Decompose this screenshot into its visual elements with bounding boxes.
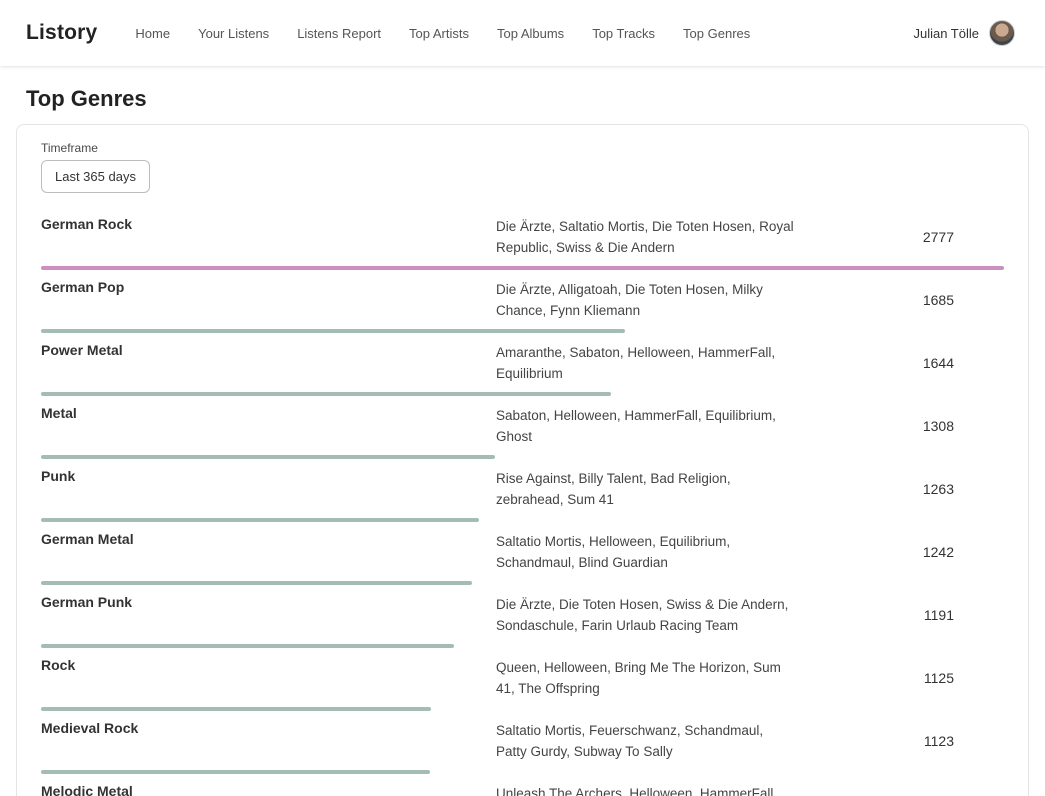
genre-artists: Saltatio Mortis, Helloween, Equilibrium,… [496,531,796,573]
genre-row: German Pop Die Ärzte, Alligatoah, Die To… [41,270,1004,333]
nav-links: Home Your Listens Listens Report Top Art… [135,26,750,41]
nav-link-top-genres[interactable]: Top Genres [683,26,750,41]
page-title: Top Genres [26,86,1045,112]
genre-name: German Punk [41,594,496,610]
genre-count: 1123 [796,733,1004,749]
user-menu[interactable]: Julian Tölle [913,20,1015,46]
genre-name: Medieval Rock [41,720,496,736]
nav-link-top-artists[interactable]: Top Artists [409,26,469,41]
genre-name: German Metal [41,531,496,547]
genre-row: Rock Queen, Helloween, Bring Me The Hori… [41,648,1004,711]
genre-count: 1685 [796,292,1004,308]
genre-count: 1644 [796,355,1004,371]
genre-name: German Pop [41,279,496,295]
nav-link-listens-report[interactable]: Listens Report [297,26,381,41]
genre-name: German Rock [41,216,496,232]
genre-row: Metal Sabaton, Helloween, HammerFall, Eq… [41,396,1004,459]
genre-name: Melodic Metal [41,783,496,796]
top-genres-card: Timeframe Last 365 days German Rock Die … [16,124,1029,796]
genre-row: German Rock Die Ärzte, Saltatio Mortis, … [41,207,1004,270]
navbar: Listory Home Your Listens Listens Report… [0,0,1045,66]
genre-row: German Metal Saltatio Mortis, Helloween,… [41,522,1004,585]
genre-row: Punk Rise Against, Billy Talent, Bad Rel… [41,459,1004,522]
timeframe-select[interactable]: Last 365 days [41,160,150,193]
timeframe-label: Timeframe [41,141,1004,155]
genre-artists: Sabaton, Helloween, HammerFall, Equilibr… [496,405,796,447]
genre-row: German Punk Die Ärzte, Die Toten Hosen, … [41,585,1004,648]
genre-row: Melodic Metal Unleash The Archers, Hello… [41,774,1004,796]
brand-logo[interactable]: Listory [26,21,97,45]
genre-count: 1308 [796,418,1004,434]
genre-artists: Die Ärzte, Saltatio Mortis, Die Toten Ho… [496,216,796,258]
genre-artists: Rise Against, Billy Talent, Bad Religion… [496,468,796,510]
genre-name: Power Metal [41,342,496,358]
genre-count: 1191 [796,607,1004,623]
genre-name: Metal [41,405,496,421]
nav-link-your-listens[interactable]: Your Listens [198,26,269,41]
genre-count: 1125 [796,670,1004,686]
genre-row: Power Metal Amaranthe, Sabaton, Hellowee… [41,333,1004,396]
genre-rows: German Rock Die Ärzte, Saltatio Mortis, … [41,207,1004,796]
genre-artists: Queen, Helloween, Bring Me The Horizon, … [496,657,796,699]
genre-row: Medieval Rock Saltatio Mortis, Feuerschw… [41,711,1004,774]
user-name: Julian Tölle [913,26,979,41]
genre-artists: Saltatio Mortis, Feuerschwanz, Schandmau… [496,720,796,762]
nav-link-top-tracks[interactable]: Top Tracks [592,26,655,41]
genre-count: 2777 [796,229,1004,245]
genre-name: Punk [41,468,496,484]
genre-artists: Amaranthe, Sabaton, Helloween, HammerFal… [496,342,796,384]
genre-artists: Unleash The Archers, Helloween, HammerFa… [496,783,796,796]
genre-count: 1242 [796,544,1004,560]
user-avatar[interactable] [989,20,1015,46]
genre-artists: Die Ärzte, Alligatoah, Die Toten Hosen, … [496,279,796,321]
nav-link-home[interactable]: Home [135,26,170,41]
genre-count: 1263 [796,481,1004,497]
nav-link-top-albums[interactable]: Top Albums [497,26,564,41]
genre-artists: Die Ärzte, Die Toten Hosen, Swiss & Die … [496,594,796,636]
genre-name: Rock [41,657,496,673]
